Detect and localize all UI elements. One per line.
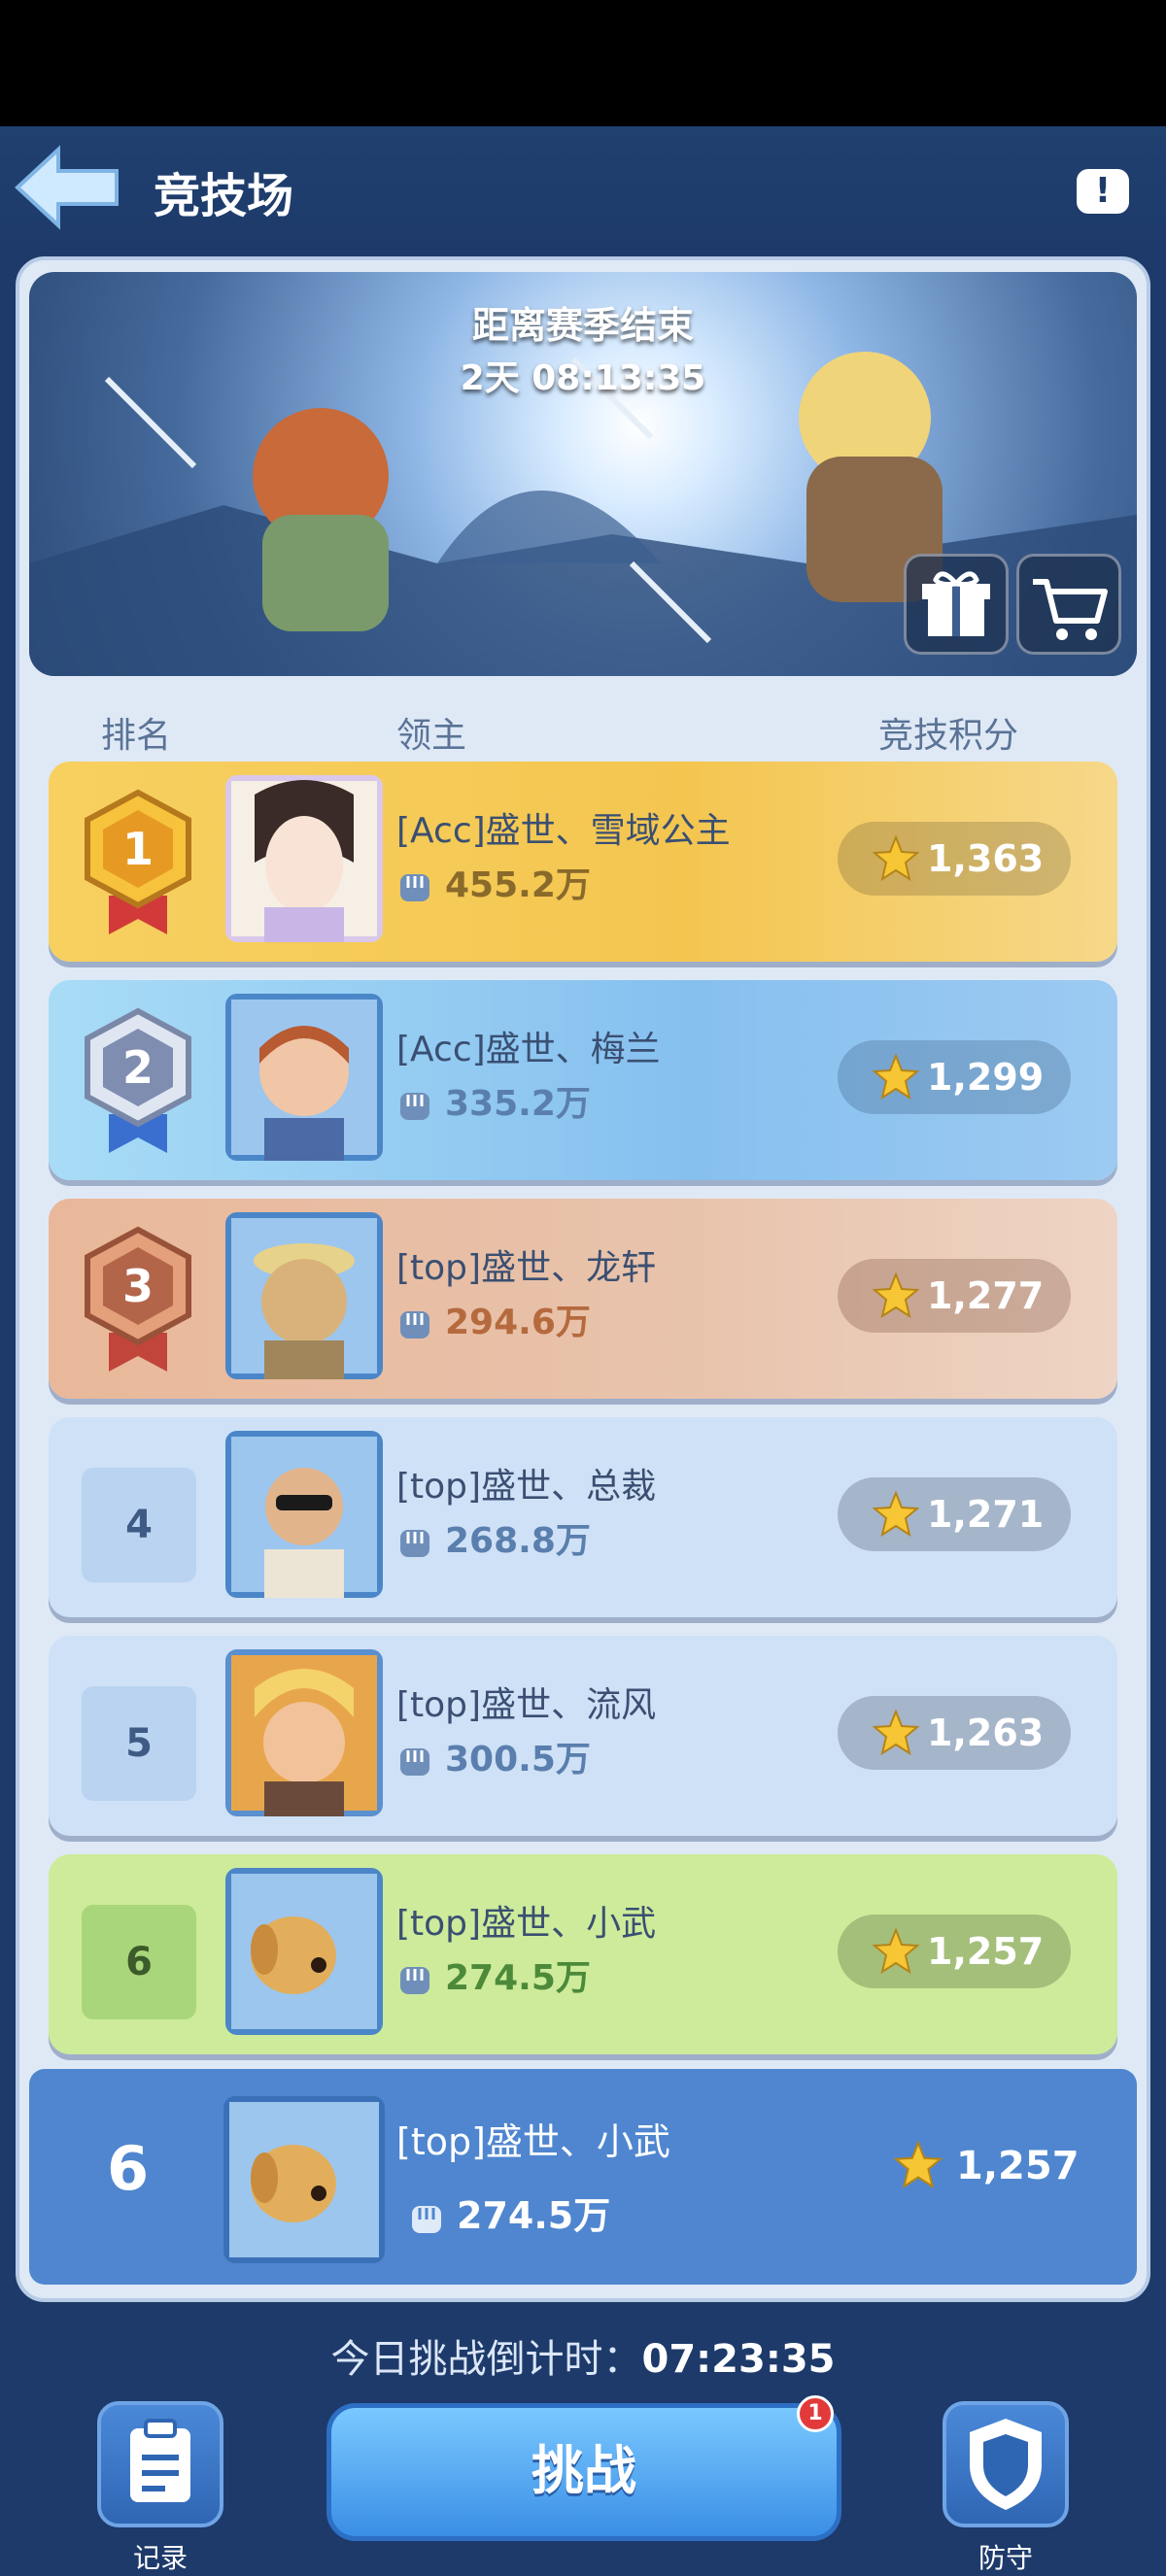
player-power: 294.6万 <box>396 1294 591 1344</box>
countdown-time: 07:23:35 <box>641 2337 836 2382</box>
score-pill: 1,363 <box>838 822 1071 896</box>
player-name: [Acc]盛世、雪域公主 <box>396 811 731 851</box>
header: 竞技场 ! <box>0 126 1166 253</box>
season-countdown: 2天 08:13:35 <box>460 358 706 398</box>
player-name: [top]盛世、小武 <box>396 1904 657 1944</box>
fist-icon <box>400 1530 429 1557</box>
score-value: 1,277 <box>927 1274 1045 1317</box>
rank-row-5[interactable]: 5 [top]盛世、流风 300.5万 1,263 <box>49 1636 1117 1836</box>
score-pill: 1,263 <box>838 1696 1071 1770</box>
svg-text:2: 2 <box>122 1041 154 1094</box>
shop-button[interactable] <box>1016 554 1121 655</box>
rank-row-2[interactable]: 2 [Acc]盛世、梅兰 335.2万 1,299 <box>49 980 1117 1180</box>
power-value: 294.6万 <box>445 1303 591 1342</box>
power-value: 455.2万 <box>445 865 591 905</box>
rank-number: 4 <box>82 1468 196 1582</box>
shield-icon <box>970 2419 1042 2510</box>
player-name: [Acc]盛世、梅兰 <box>396 1030 661 1069</box>
clipboard-icon <box>130 2419 190 2502</box>
rank-row-4[interactable]: 4 [top]盛世、总裁 268.8万 1,271 <box>49 1417 1117 1617</box>
avatar <box>225 1431 383 1598</box>
season-banner: 距离赛季结束 2天 08:13:35 <box>29 272 1137 676</box>
my-rank-number: 6 <box>107 2133 150 2204</box>
score-pill: 1,299 <box>838 1040 1071 1114</box>
defense-label: 防守 <box>977 2542 1033 2574</box>
star-icon <box>873 1272 919 1319</box>
score-column-header: 竞技积分 <box>878 716 1019 756</box>
my-name: [top]盛世、小武 <box>396 2120 670 2163</box>
my-score-value: 1,257 <box>956 2144 1080 2188</box>
fist-icon <box>400 1748 429 1776</box>
player-power: 268.8万 <box>396 1512 591 1563</box>
power-value: 335.2万 <box>445 1084 591 1124</box>
avatar <box>225 1649 383 1816</box>
season-end-label: 距离赛季结束 <box>471 304 694 347</box>
bronze-medal-icon: 3 <box>85 1226 191 1372</box>
gift-icon <box>922 571 990 636</box>
player-name: [top]盛世、流风 <box>396 1685 657 1725</box>
player-power: 300.5万 <box>396 1731 591 1781</box>
avatar <box>225 994 383 1161</box>
cart-icon <box>1033 579 1108 640</box>
rank-number: 6 <box>82 1905 196 2019</box>
fist-icon <box>412 2205 441 2233</box>
gift-button[interactable] <box>904 554 1009 655</box>
notification-badge: 1 <box>797 2395 834 2432</box>
score-pill: 1,257 <box>838 1915 1071 1988</box>
rank-row-1[interactable]: 1 [Acc]盛世、雪域公主 455.2万 1,363 <box>49 762 1117 962</box>
score-value: 1,299 <box>927 1056 1045 1099</box>
fist-icon <box>400 1311 429 1339</box>
rank-column-header: 排名 <box>101 716 172 756</box>
my-score: 1,257 <box>894 2129 1080 2203</box>
back-arrow-icon[interactable] <box>14 144 122 231</box>
score-value: 1,257 <box>927 1930 1045 1973</box>
player-name: [top]盛世、总裁 <box>396 1467 657 1507</box>
fist-icon <box>400 1967 429 1994</box>
records-button[interactable] <box>97 2401 223 2527</box>
star-icon <box>873 1710 919 1756</box>
my-avatar <box>223 2096 385 2263</box>
star-icon <box>873 1928 919 1975</box>
score-pill: 1,271 <box>838 1477 1071 1551</box>
status-bar <box>0 0 1166 126</box>
score-value: 1,271 <box>927 1493 1045 1536</box>
avatar <box>225 775 383 942</box>
my-rank-row[interactable]: 6 [top]盛世、小武 274.5万 1,257 <box>29 2069 1137 2285</box>
my-power-value: 274.5万 <box>457 2194 611 2237</box>
rank-row-3[interactable]: 3 [top]盛世、龙轩 294.6万 1,277 <box>49 1199 1117 1399</box>
silver-medal-icon: 2 <box>85 1007 191 1153</box>
defense-button[interactable] <box>943 2401 1069 2527</box>
challenge-button[interactable]: 挑战 <box>326 2403 841 2541</box>
rank-row-6[interactable]: 6 [top]盛世、小武 274.5万 1,257 <box>49 1854 1117 2054</box>
player-power: 274.5万 <box>396 1949 591 2000</box>
svg-text:3: 3 <box>122 1260 154 1312</box>
info-button[interactable]: ! <box>1077 169 1129 214</box>
my-power: 274.5万 <box>408 2186 610 2239</box>
gold-medal-icon: 1 <box>85 789 191 934</box>
fist-icon <box>400 874 429 901</box>
score-value: 1,363 <box>927 837 1045 880</box>
score-value: 1,263 <box>927 1712 1045 1754</box>
player-name: [top]盛世、龙轩 <box>396 1248 657 1288</box>
player-power: 335.2万 <box>396 1075 591 1126</box>
power-value: 300.5万 <box>445 1740 591 1779</box>
player-power: 455.2万 <box>396 857 591 907</box>
star-icon <box>873 1054 919 1101</box>
svg-text:1: 1 <box>122 823 154 875</box>
avatar <box>225 1212 383 1379</box>
records-label: 记录 <box>132 2542 188 2574</box>
page-title: 竞技场 <box>154 169 294 223</box>
power-value: 274.5万 <box>445 1958 591 1998</box>
power-value: 268.8万 <box>445 1521 591 1561</box>
rank-number: 5 <box>82 1686 196 1801</box>
star-icon <box>873 835 919 882</box>
lord-column-header: 领主 <box>396 716 467 756</box>
star-icon <box>873 1491 919 1538</box>
challenge-countdown: 今日挑战倒计时：07:23:35 <box>0 2327 1166 2384</box>
avatar <box>225 1868 383 2035</box>
countdown-label: 今日挑战倒计时： <box>330 2337 642 2382</box>
star-icon <box>894 2141 943 2189</box>
score-pill: 1,277 <box>838 1259 1071 1333</box>
fist-icon <box>400 1093 429 1120</box>
